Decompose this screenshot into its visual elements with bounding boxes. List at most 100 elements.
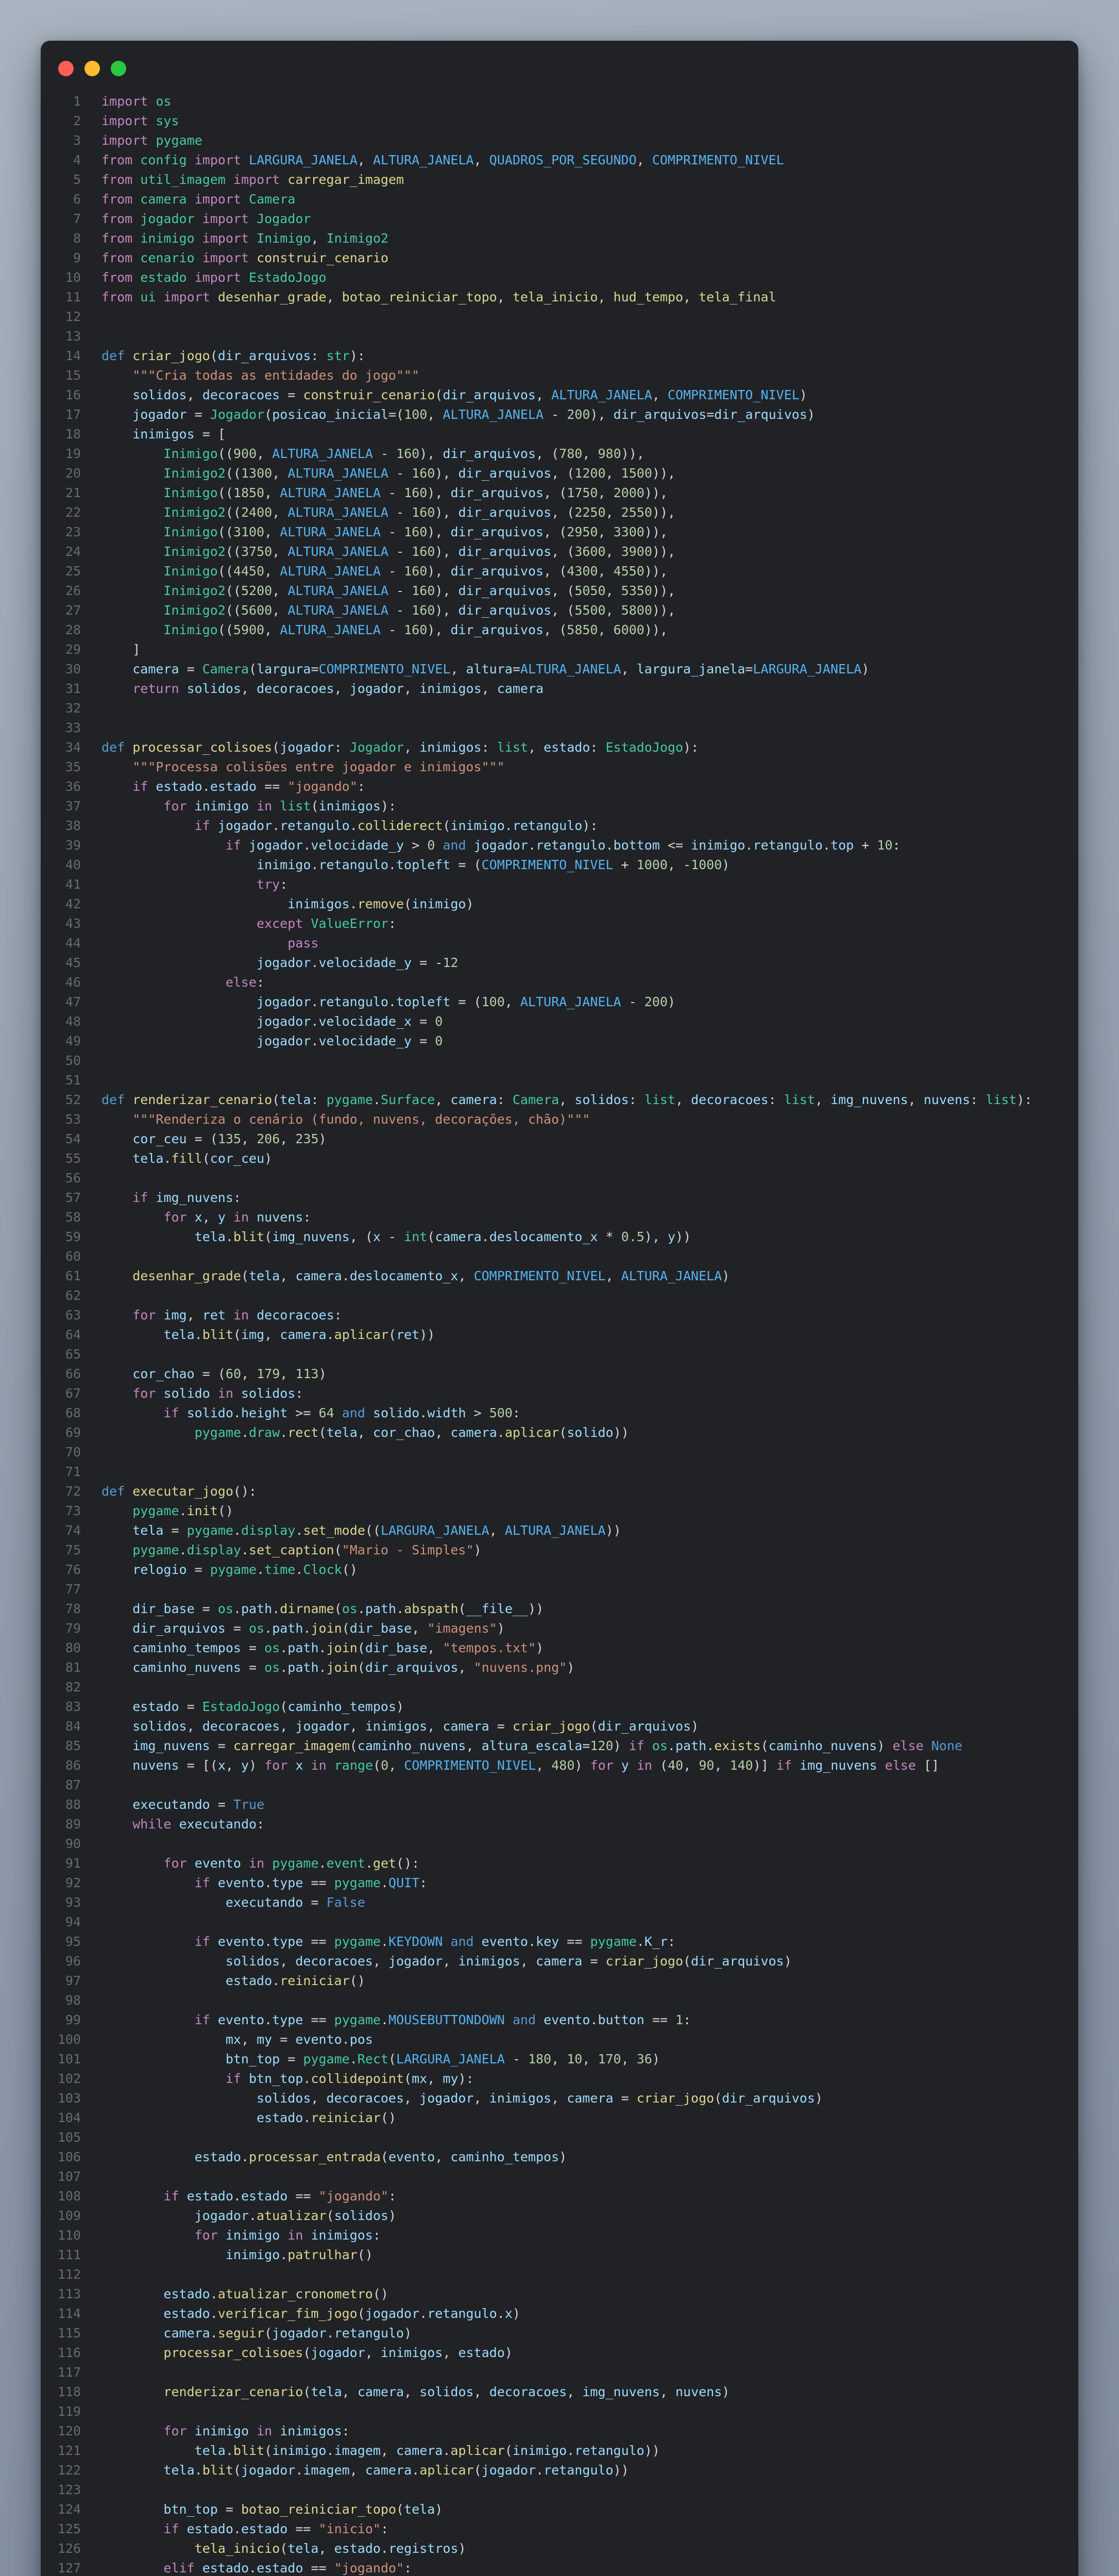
code-line-text: jogador = Jogador(posicao_inicial=(100, …: [81, 405, 815, 425]
line-number: 94: [41, 1912, 81, 1932]
code-line: 115 camera.seguir(jogador.retangulo): [41, 2324, 1078, 2343]
code-line: 96 solidos, decoracoes, jogador, inimigo…: [41, 1952, 1078, 1971]
code-line: 75 pygame.display.set_caption("Mario - S…: [41, 1540, 1078, 1560]
code-line-text: [81, 718, 101, 738]
code-line: 43 except ValueError:: [41, 914, 1078, 934]
line-number: 30: [41, 659, 81, 679]
code-line: 10from estado import EstadoJogo: [41, 268, 1078, 287]
code-line: 59 tela.blit(img_nuvens, (x - int(camera…: [41, 1227, 1078, 1247]
code-line-text: tela.blit(inimigo.imagem, camera.aplicar…: [81, 2441, 660, 2461]
line-number: 51: [41, 1071, 81, 1090]
line-number: 15: [41, 366, 81, 385]
line-number: 4: [41, 150, 81, 170]
minimize-button[interactable]: [84, 61, 100, 76]
code-line-text: estado.reiniciar(): [81, 2108, 396, 2128]
code-line-text: nuvens = [(x, y) for x in range(0, COMPR…: [81, 1756, 939, 1775]
code-line: 71: [41, 1462, 1078, 1482]
code-line-text: [81, 1071, 101, 1090]
code-line: 77: [41, 1580, 1078, 1599]
code-line-text: from config import LARGURA_JANELA, ALTUR…: [81, 150, 784, 170]
code-line-text: camera.seguir(jogador.retangulo): [81, 2324, 412, 2343]
code-line-text: estado.atualizar_cronometro(): [81, 2284, 388, 2304]
line-number: 10: [41, 268, 81, 287]
line-number: 12: [41, 307, 81, 327]
code-line: 34def processar_colisoes(jogador: Jogado…: [41, 738, 1078, 757]
code-line: 58 for x, y in nuvens:: [41, 1208, 1078, 1227]
code-line-text: btn_top = pygame.Rect(LARGURA_JANELA - 1…: [81, 2049, 660, 2069]
code-line-text: Inimigo2((2400, ALTURA_JANELA - 160), di…: [81, 503, 675, 522]
code-line-text: if btn_top.collidepoint(mx, my):: [81, 2069, 474, 2089]
code-editor[interactable]: 1import os2import sys3import pygame4from…: [41, 92, 1078, 2576]
code-line-text: else:: [81, 973, 264, 992]
code-line: 20 Inimigo2((1300, ALTURA_JANELA - 160),…: [41, 464, 1078, 483]
line-number: 120: [41, 2421, 81, 2441]
code-line-text: mx, my = evento.pos: [81, 2030, 373, 2049]
code-line: 3import pygame: [41, 131, 1078, 150]
code-line: 56: [41, 1168, 1078, 1188]
line-number: 80: [41, 1638, 81, 1658]
code-line-text: import pygame: [81, 131, 202, 150]
code-line-text: def criar_jogo(dir_arquivos: str):: [81, 346, 365, 366]
code-line: 118 renderizar_cenario(tela, camera, sol…: [41, 2382, 1078, 2402]
code-line: 49 jogador.velocidade_y = 0: [41, 1031, 1078, 1051]
code-line-text: renderizar_cenario(tela, camera, solidos…: [81, 2382, 730, 2402]
line-number: 88: [41, 1795, 81, 1815]
code-line-text: relogio = pygame.time.Clock(): [81, 1560, 358, 1580]
code-line-text: try:: [81, 875, 287, 894]
code-line: 31 return solidos, decoracoes, jogador, …: [41, 679, 1078, 699]
line-number: 36: [41, 777, 81, 796]
line-number: 105: [41, 2128, 81, 2147]
code-line-text: [81, 307, 101, 327]
code-line-text: pygame.init(): [81, 1501, 233, 1521]
code-line-text: tela = pygame.display.set_mode((LARGURA_…: [81, 1521, 621, 1540]
code-line: 32: [41, 699, 1078, 718]
code-line-text: """Processa colisões entre jogador e ini…: [81, 757, 505, 777]
code-line: 123: [41, 2480, 1078, 2500]
code-line-text: def processar_colisoes(jogador: Jogador,…: [81, 738, 699, 757]
code-line: 8from inimigo import Inimigo, Inimigo2: [41, 229, 1078, 248]
code-line: 53 """Renderiza o cenário (fundo, nuvens…: [41, 1110, 1078, 1129]
code-line-text: if jogador.retangulo.colliderect(inimigo…: [81, 816, 598, 836]
line-number: 57: [41, 1188, 81, 1208]
line-number: 75: [41, 1540, 81, 1560]
code-line-text: jogador.velocidade_x = 0: [81, 1012, 443, 1031]
code-line-text: """Cria todas as entidades do jogo""": [81, 366, 419, 385]
line-number: 55: [41, 1149, 81, 1168]
code-line-text: Inimigo((5900, ALTURA_JANELA - 160), dir…: [81, 620, 668, 640]
code-line: 100 mx, my = evento.pos: [41, 2030, 1078, 2049]
line-number: 3: [41, 131, 81, 150]
line-number: 79: [41, 1619, 81, 1638]
line-number: 1: [41, 92, 81, 111]
line-number: 67: [41, 1384, 81, 1403]
code-line: 48 jogador.velocidade_x = 0: [41, 1012, 1078, 1031]
code-line-text: caminho_nuvens = os.path.join(dir_arquiv…: [81, 1658, 574, 1677]
code-line-text: for img, ret in decoracoes:: [81, 1306, 342, 1325]
code-line: 42 inimigos.remove(inimigo): [41, 894, 1078, 914]
line-number: 113: [41, 2284, 81, 2304]
line-number: 86: [41, 1756, 81, 1775]
code-line-text: solidos, decoracoes = construir_cenario(…: [81, 385, 807, 405]
code-line: 24 Inimigo2((3750, ALTURA_JANELA - 160),…: [41, 542, 1078, 562]
line-number: 65: [41, 1345, 81, 1364]
window-titlebar[interactable]: [41, 41, 1078, 76]
code-line-text: Inimigo2((1300, ALTURA_JANELA - 160), di…: [81, 464, 675, 483]
line-number: 107: [41, 2167, 81, 2187]
desktop-background: 1import os2import sys3import pygame4from…: [0, 0, 1119, 2576]
code-line: 60: [41, 1247, 1078, 1266]
code-line: 127 elif estado.estado == "jogando":: [41, 2558, 1078, 2576]
line-number: 61: [41, 1266, 81, 1286]
code-line-text: Inimigo((4450, ALTURA_JANELA - 160), dir…: [81, 562, 668, 581]
code-line: 38 if jogador.retangulo.colliderect(inim…: [41, 816, 1078, 836]
code-line: 44 pass: [41, 934, 1078, 953]
zoom-button[interactable]: [111, 61, 126, 76]
code-line: 84 solidos, decoracoes, jogador, inimigo…: [41, 1717, 1078, 1736]
close-button[interactable]: [58, 61, 74, 76]
code-line: 121 tela.blit(inimigo.imagem, camera.apl…: [41, 2441, 1078, 2461]
code-line-text: inimigos = [: [81, 425, 226, 444]
code-line: 15 """Cria todas as entidades do jogo""": [41, 366, 1078, 385]
code-line: 82: [41, 1677, 1078, 1697]
code-line-text: Inimigo2((5200, ALTURA_JANELA - 160), di…: [81, 581, 675, 601]
line-number: 71: [41, 1462, 81, 1482]
code-line: 122 tela.blit(jogador.imagem, camera.apl…: [41, 2461, 1078, 2480]
code-line-text: [81, 1834, 101, 1854]
